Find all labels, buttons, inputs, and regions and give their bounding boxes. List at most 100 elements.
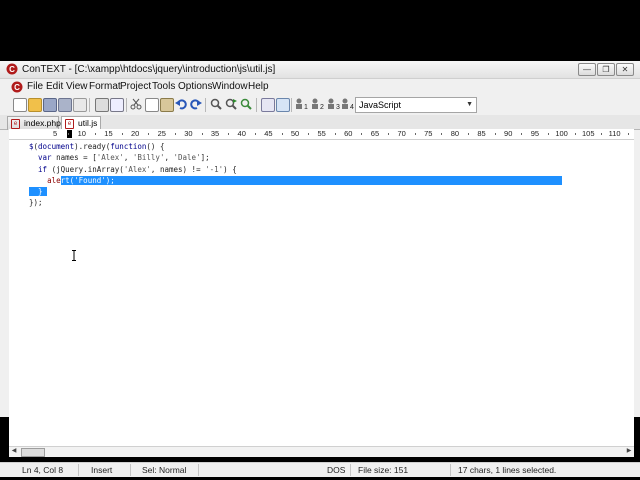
- ruler-tick: [574, 133, 576, 135]
- ruler-label: 100: [555, 129, 568, 138]
- undo-icon[interactable]: [175, 98, 187, 110]
- ruler-label: 85: [477, 129, 486, 138]
- bookmark-4-icon[interactable]: 4: [341, 98, 354, 110]
- save-icon[interactable]: [43, 98, 57, 112]
- ruler-tick: [94, 133, 96, 135]
- ruler-tick: [601, 133, 603, 135]
- context-app-icon: C: [6, 63, 18, 75]
- highlighter-select[interactable]: JavaScript ▼: [355, 97, 477, 113]
- tab-index-php[interactable]: e index.php: [7, 116, 61, 130]
- menu-bar: C File Edit View Format Project Tools Op…: [0, 79, 640, 95]
- menu-help[interactable]: Help: [248, 81, 269, 92]
- scroll-left-icon[interactable]: ◀: [9, 447, 19, 456]
- menu-options[interactable]: Options: [178, 81, 212, 92]
- ruler-tick: [254, 133, 256, 135]
- ruler-label: 110: [608, 129, 621, 138]
- open-file-icon[interactable]: [28, 98, 42, 112]
- ruler-label: 65: [370, 129, 380, 138]
- ruler-label: 40: [237, 129, 246, 138]
- ruler-tick: [361, 133, 363, 135]
- code-line[interactable]: });: [9, 197, 634, 208]
- cut-icon[interactable]: [130, 98, 142, 110]
- save-all-icon[interactable]: [58, 98, 72, 112]
- code-line[interactable]: $(document).ready(function() {: [9, 141, 634, 152]
- minimize-button[interactable]: —: [578, 63, 596, 76]
- menu-project[interactable]: Project: [120, 81, 151, 92]
- ruler-label: 30: [184, 129, 193, 138]
- copy-icon[interactable]: [145, 98, 159, 112]
- file-tabs: e index.php e util.js: [0, 115, 640, 131]
- title-bar: C ConTEXT - [C:\xampp\htdocs\jquery\intr…: [0, 61, 640, 79]
- ruler-label: 75: [424, 129, 433, 138]
- ruler-label: 50: [290, 129, 300, 138]
- find-icon[interactable]: [210, 98, 222, 110]
- toolbar: 1 2 3 4 JavaScript ▼: [0, 95, 640, 116]
- close-window-button[interactable]: ✕: [616, 63, 634, 76]
- code-line[interactable]: if (jQuery.inArray('Alex', names) != '-1…: [9, 164, 634, 175]
- ruler-tick: [414, 133, 416, 135]
- file-size: File size: 151: [358, 465, 409, 475]
- code-line[interactable]: var names = ['Alex', 'Billy', 'Dale'];: [9, 152, 634, 163]
- ruler-tick: [627, 133, 629, 135]
- document-menu-icon[interactable]: C: [11, 81, 23, 93]
- bookmark-3-icon[interactable]: 3: [327, 98, 340, 110]
- toggle-bookmark-icon[interactable]: [276, 98, 290, 112]
- svg-text:4: 4: [350, 104, 354, 110]
- selection-mode: Sel: Normal: [142, 465, 187, 475]
- ruler-tick: [148, 133, 150, 135]
- code-editor[interactable]: $(document).ready(function() { var names…: [9, 140, 634, 446]
- maximize-button[interactable]: ❐: [597, 63, 615, 76]
- chevron-down-icon: ▼: [466, 101, 473, 108]
- ruler-label: 35: [210, 129, 220, 138]
- code-area[interactable]: $(document).ready(function() { var names…: [9, 141, 634, 209]
- menu-edit[interactable]: Edit: [46, 81, 63, 92]
- toolbar-separator: [205, 98, 206, 112]
- status-separator: [130, 464, 131, 476]
- selection-info: 17 chars, 1 lines selected.: [458, 465, 557, 475]
- bookmark-1-icon[interactable]: 1: [295, 98, 308, 110]
- text-cursor-icon: [72, 250, 76, 261]
- ruler-label: 90: [504, 129, 513, 138]
- redo-icon[interactable]: [190, 98, 202, 110]
- indent-icon[interactable]: [261, 98, 275, 112]
- close-file-icon[interactable]: [73, 98, 87, 112]
- svg-text:2: 2: [320, 104, 324, 110]
- status-bar: Ln 4, Col 8 Insert Sel: Normal DOS File …: [0, 462, 640, 477]
- bookmark-2-icon[interactable]: 2: [311, 98, 324, 110]
- svg-text:C: C: [9, 65, 15, 74]
- ruler-label: 60: [344, 129, 353, 138]
- status-separator: [450, 464, 451, 476]
- print-icon[interactable]: [95, 98, 109, 112]
- new-file-icon[interactable]: [13, 98, 27, 112]
- code-line-selected[interactable]: }: [9, 186, 634, 197]
- highlighter-value: JavaScript: [359, 100, 402, 110]
- insert-mode: Insert: [91, 465, 113, 475]
- ruler-label: 80: [450, 129, 460, 138]
- print-preview-icon[interactable]: [110, 98, 124, 112]
- file-icon: e: [65, 119, 74, 129]
- menu-tools[interactable]: Tools: [152, 81, 175, 92]
- scrollbar-thumb[interactable]: [21, 448, 45, 457]
- ruler-tick: [441, 133, 443, 135]
- ruler-tick: [228, 133, 230, 135]
- line-ending: DOS: [327, 465, 346, 475]
- find-next-icon[interactable]: [225, 98, 237, 110]
- ruler-tick: [121, 133, 123, 135]
- replace-icon[interactable]: [240, 98, 252, 110]
- status-separator: [350, 464, 351, 476]
- ruler-tick: [281, 133, 283, 135]
- status-separator: [78, 464, 79, 476]
- code-line-selected[interactable]: alert('Found');: [9, 175, 634, 186]
- paste-icon[interactable]: [160, 98, 174, 112]
- status-separator: [198, 464, 199, 476]
- menu-format[interactable]: Format: [89, 81, 121, 92]
- scroll-right-icon[interactable]: ▶: [624, 447, 634, 456]
- svg-text:3: 3: [336, 104, 340, 110]
- ruler-label: 55: [317, 129, 326, 138]
- horizontal-scrollbar[interactable]: ◀ ▶: [9, 446, 634, 457]
- cursor-position: Ln 4, Col 8: [22, 465, 64, 475]
- menu-window[interactable]: Window: [212, 81, 248, 92]
- menu-file[interactable]: File: [27, 81, 43, 92]
- ruler-label: 70: [397, 129, 406, 138]
- menu-view[interactable]: View: [66, 81, 88, 92]
